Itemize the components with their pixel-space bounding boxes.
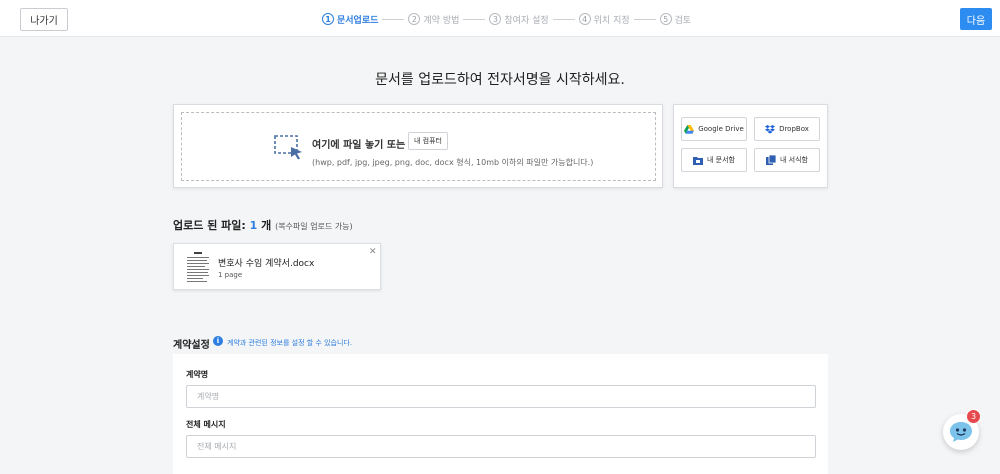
step-number: 2 — [408, 13, 421, 25]
step-number: 4 — [578, 13, 591, 25]
exit-button[interactable]: 나가기 — [20, 8, 68, 31]
google-drive-label: Google Drive — [698, 125, 744, 133]
contract-settings-panel: 계약명 전체 메시지 — [173, 354, 828, 474]
step-divider — [552, 18, 575, 20]
file-page-count: 1 page — [218, 271, 243, 279]
dropbox-button[interactable]: DropBox — [754, 117, 820, 141]
folder-icon — [693, 156, 703, 165]
uploaded-count: 1 — [249, 219, 258, 232]
step-label: 참여자 설정 — [504, 15, 549, 26]
document-thumbnail — [185, 250, 211, 285]
page-title: 문서를 업로드하여 전자서명을 시작하세요. — [375, 72, 625, 88]
contract-name-input[interactable] — [186, 385, 816, 408]
step-divider — [633, 18, 656, 20]
info-icon: i — [213, 336, 223, 346]
contract-settings-hint: 계약과 관련된 정보를 설정 할 수 있습니다. — [227, 339, 353, 347]
step-label: 위치 지정 — [593, 15, 630, 26]
dropzone-subtitle: (hwp, pdf, jpg, jpeg, png, doc, docx 형식,… — [312, 158, 594, 167]
step-position: 4 위치 지정 — [578, 13, 630, 26]
contract-name-label: 계약명 — [186, 370, 209, 379]
step-number: 1 — [322, 13, 334, 25]
file-name: 변호사 수임 계약서.docx — [218, 259, 315, 269]
step-number: 3 — [489, 13, 502, 25]
next-button[interactable]: 다음 — [960, 8, 992, 30]
dropzone-title: 여기에 파일 놓기 또는 — [312, 140, 406, 151]
remove-file-icon[interactable]: ✕ — [369, 247, 377, 257]
dropbox-icon — [765, 124, 776, 134]
file-dropzone[interactable]: 여기에 파일 놓기 또는 내 컴퓨터 (hwp, pdf, jpg, jpeg,… — [181, 112, 656, 181]
dropbox-label: DropBox — [779, 125, 809, 133]
forms-icon — [766, 155, 776, 165]
my-forms-label: 내 서식함 — [780, 156, 808, 164]
step-review: 5 검토 — [659, 13, 692, 26]
uploaded-note: (복수파일 업로드 가능) — [275, 222, 353, 231]
message-label: 전체 메시지 — [186, 420, 226, 429]
my-forms-button[interactable]: 내 서식함 — [754, 148, 820, 172]
google-drive-icon — [684, 124, 695, 134]
chat-notification-badge: 3 — [966, 409, 981, 424]
my-computer-button[interactable]: 내 컴퓨터 — [408, 132, 448, 150]
my-documents-label: 내 문서함 — [707, 156, 735, 164]
upload-sources-card: Google Drive DropBox 내 문서함 내 서식함 — [673, 104, 828, 188]
uploaded-file-card[interactable]: 변호사 수임 계약서.docx 1 page ✕ — [173, 243, 381, 290]
step-divider — [382, 18, 405, 20]
top-bar: 나가기 1 문서업로드 2 계약 방법 3 참여자 설정 4 위치 지정 5 검… — [0, 0, 1000, 37]
step-divider — [463, 18, 486, 20]
step-label: 문서업로드 — [337, 15, 379, 26]
contract-settings-title: 계약설정 — [173, 340, 210, 351]
my-documents-button[interactable]: 내 문서함 — [681, 148, 747, 172]
step-label: 검토 — [674, 15, 692, 26]
step-number: 5 — [659, 13, 672, 25]
step-indicator: 1 문서업로드 2 계약 방법 3 참여자 설정 4 위치 지정 5 검토 — [322, 12, 691, 26]
upload-card: 여기에 파일 놓기 또는 내 컴퓨터 (hwp, pdf, jpg, jpeg,… — [173, 104, 663, 188]
step-contract-method: 2 계약 방법 — [408, 13, 459, 26]
uploaded-files-heading: 업로드 된 파일: 1 개 (복수파일 업로드 가능) — [173, 217, 353, 233]
message-input[interactable] — [186, 435, 816, 458]
drag-drop-icon — [274, 135, 302, 160]
uploaded-unit: 개 — [261, 219, 272, 232]
uploaded-label: 업로드 된 파일: — [173, 219, 246, 232]
step-participants: 3 참여자 설정 — [489, 13, 549, 26]
step-label: 계약 방법 — [423, 15, 460, 26]
google-drive-button[interactable]: Google Drive — [681, 117, 747, 141]
chat-bot-icon — [950, 422, 972, 442]
step-upload: 1 문서업로드 — [322, 13, 378, 26]
